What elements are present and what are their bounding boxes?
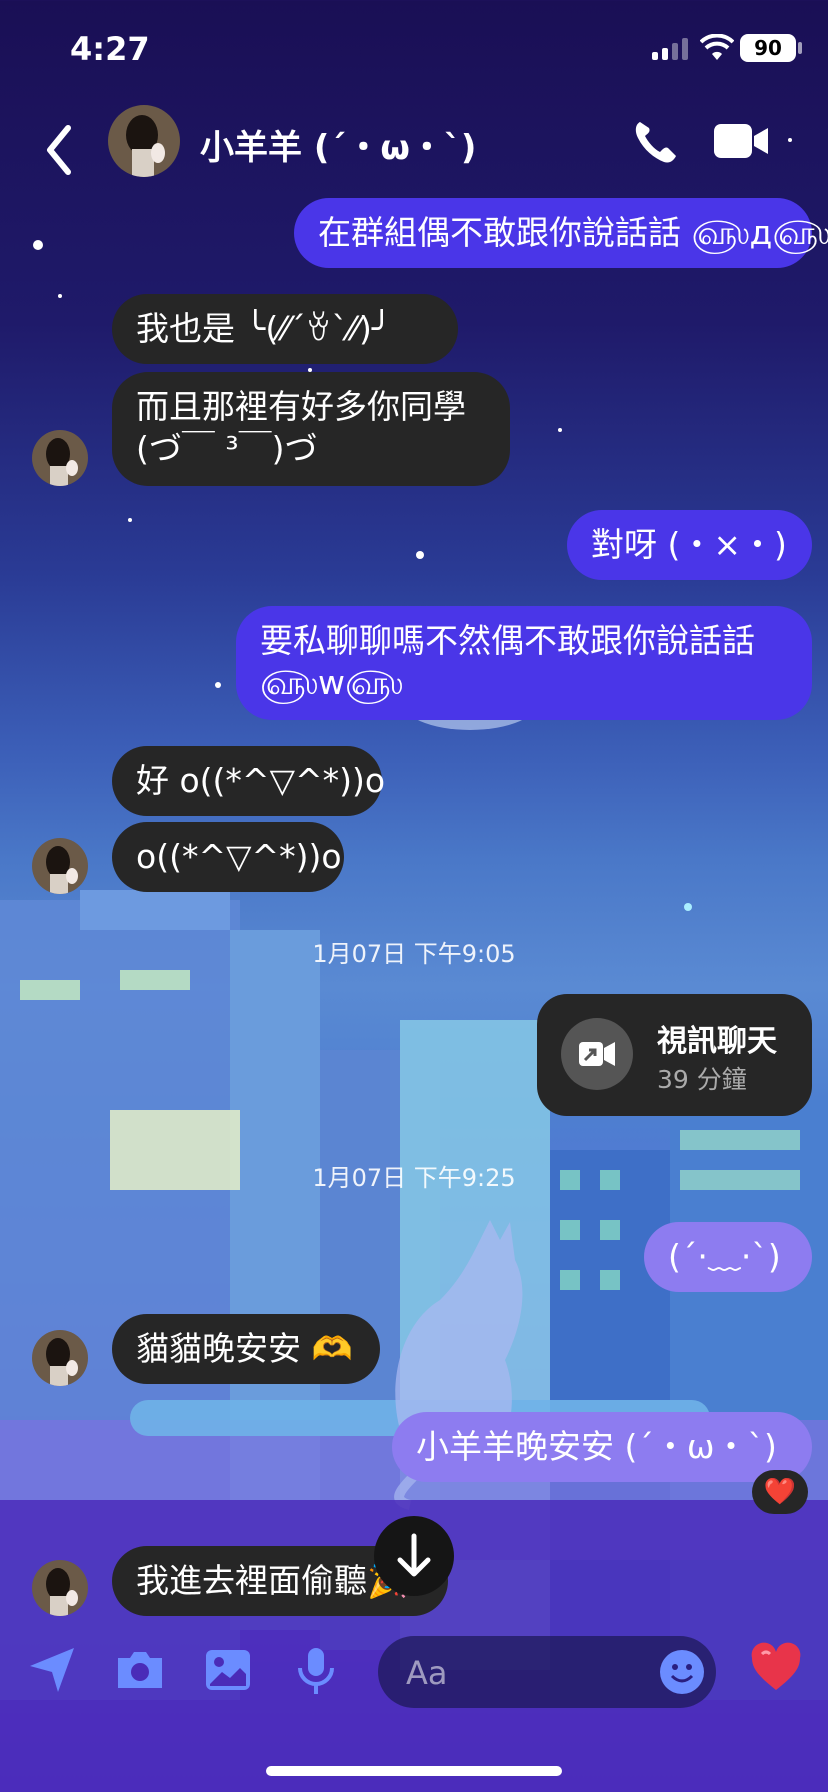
message-bubble-received[interactable]: 而且那裡有好多你同學 (づ￣ ³￣)づ (112, 372, 510, 486)
chevron-left-icon[interactable] (40, 120, 80, 180)
video-camera-icon[interactable] (712, 118, 772, 164)
battery-icon: 90 (740, 34, 796, 62)
contact-avatar-small[interactable] (32, 838, 88, 894)
emoji-icon[interactable] (658, 1648, 706, 1696)
home-indicator (266, 1766, 562, 1776)
message-bubble-sent[interactable]: 在群組偶不敢跟你說話話 ௵д௵ (294, 198, 828, 268)
message-bubble-received[interactable]: 好 o((*^▽^*))o (112, 746, 386, 816)
battery-tip (798, 42, 802, 54)
message-text: 而且那裡有好多你同學 (136, 387, 466, 426)
message-bubble-sent[interactable]: 要私聊聊嗎不然偶不敢跟你說話話 ௵w௵ (236, 606, 812, 720)
message-bubble-sent[interactable]: (´·﹏·`) (644, 1222, 812, 1292)
heart-reaction[interactable]: ❤️ (752, 1470, 808, 1514)
contact-avatar[interactable] (108, 105, 180, 177)
message-text: 小羊羊晚安安 (´・ω・`) (416, 1427, 777, 1466)
message-input[interactable]: Aa (378, 1636, 716, 1708)
timestamp: 1月07日 下午9:05 (312, 940, 516, 968)
chat-header: 小羊羊 (´・ω・`) (0, 100, 828, 200)
timestamp: 1月07日 下午9:25 (312, 1164, 516, 1192)
wifi-icon (700, 34, 734, 60)
message-text: 對呀 (・×・) (591, 525, 787, 564)
message-bubble-sent[interactable]: 小羊羊晚安安 (´・ω・`) (392, 1412, 812, 1482)
message-bubble-sent[interactable]: 對呀 (・×・) (567, 510, 812, 580)
status-time: 4:27 (70, 30, 150, 68)
video-call-title: 視訊聊天 (657, 1024, 777, 1059)
video-call-icon (561, 1018, 633, 1090)
message-text: 在群組偶不敢跟你說話話 ௵д௵ (318, 213, 828, 252)
message-text: 我進去裡面偷聽🎉 (136, 1561, 409, 1600)
phone-icon[interactable] (630, 116, 680, 166)
message-text-line2: ௵w௵ (260, 663, 404, 702)
message-bubble-received[interactable]: o((*^▽^*))o (112, 822, 344, 892)
video-call-duration: 39 分鐘 (657, 1065, 747, 1094)
message-text-line2: (づ￣ ³￣)づ (136, 429, 318, 468)
message-text: 貓貓晚安安 🫶 (136, 1329, 353, 1368)
status-bar: 4:27 90 (0, 0, 828, 100)
microphone-icon[interactable] (288, 1642, 344, 1698)
contact-avatar-small[interactable] (32, 1330, 88, 1386)
camera-icon[interactable] (112, 1642, 168, 1698)
scroll-to-bottom-button[interactable] (374, 1516, 454, 1596)
location-arrow-icon[interactable] (24, 1642, 80, 1698)
message-bubble-received[interactable]: 貓貓晚安安 🫶 (112, 1314, 380, 1384)
message-text: o((*^▽^*))o (136, 837, 342, 876)
cellular-signal-icon (652, 38, 688, 60)
message-text: 要私聊聊嗎不然偶不敢跟你說話話 (260, 621, 755, 660)
contact-name[interactable]: 小羊羊 (´・ω・`) (200, 120, 476, 169)
contact-avatar-small[interactable] (32, 430, 88, 486)
message-text: 好 o((*^▽^*))o (136, 761, 386, 800)
message-text: 我也是 ╰(⁄⁄´ꈊ`⁄⁄)╯ (136, 309, 392, 348)
heart-icon[interactable] (748, 1640, 804, 1696)
message-input-placeholder: Aa (406, 1654, 448, 1692)
video-call-card[interactable]: 視訊聊天 39 分鐘 (537, 994, 812, 1116)
message-composer: Aa (0, 1630, 828, 1710)
message-text: (´·﹏·`) (668, 1237, 781, 1276)
photo-icon[interactable] (200, 1642, 256, 1698)
contact-avatar-small[interactable] (32, 1560, 88, 1616)
message-bubble-received[interactable]: 我也是 ╰(⁄⁄´ꈊ`⁄⁄)╯ (112, 294, 458, 364)
arrow-down-icon (397, 1533, 431, 1577)
